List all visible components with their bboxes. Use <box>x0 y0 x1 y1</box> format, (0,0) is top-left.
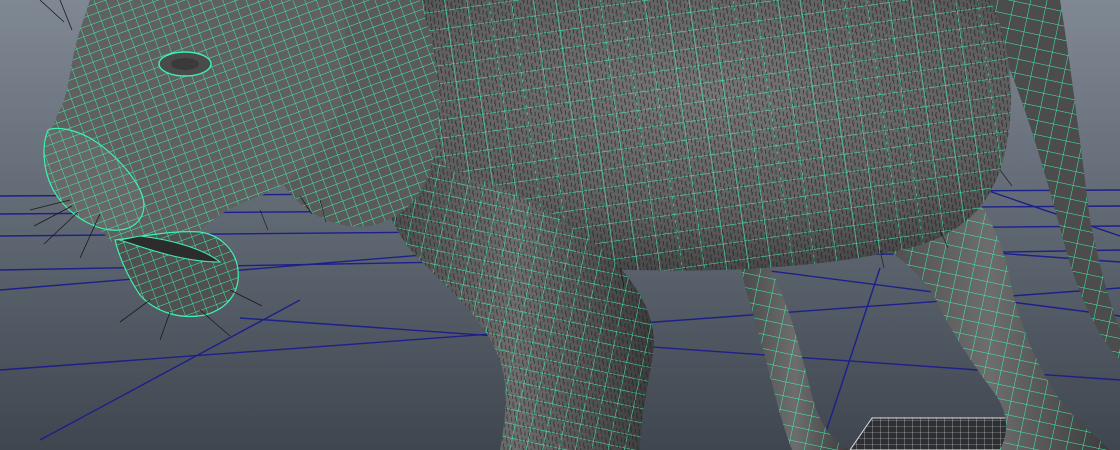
maya-viewport[interactable] <box>0 0 1120 450</box>
viewport-canvas[interactable] <box>0 0 1120 450</box>
